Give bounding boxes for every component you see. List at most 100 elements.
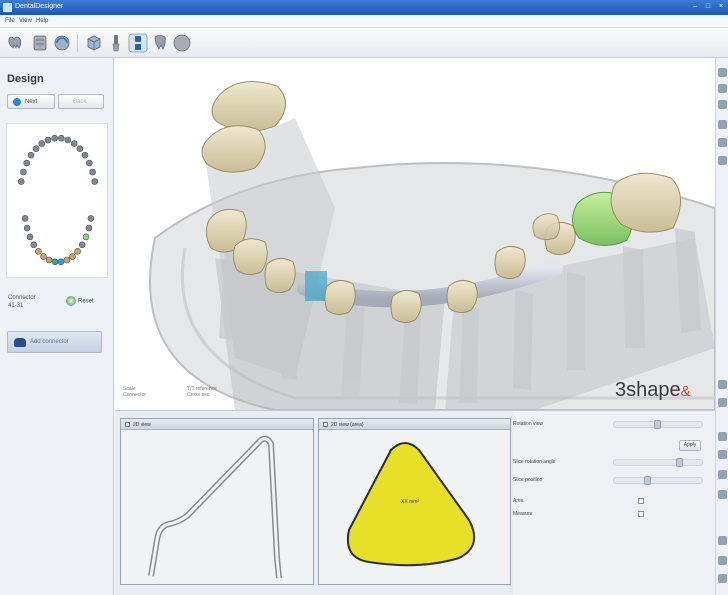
tooth-marker[interactable] <box>91 178 99 185</box>
model-icon[interactable] <box>30 33 50 53</box>
toolbar <box>0 28 728 58</box>
tooth-marker[interactable] <box>44 136 52 144</box>
tooth-marker[interactable] <box>40 253 47 260</box>
tooth-marker[interactable] <box>85 224 93 232</box>
dental-model <box>149 81 715 410</box>
teeth-icon[interactable] <box>6 33 26 53</box>
tooth-marker[interactable] <box>78 241 86 249</box>
connector-info: Connector 41-31 <box>8 294 36 310</box>
sphere-icon[interactable] <box>172 33 192 53</box>
tooth-marker[interactable] <box>57 134 65 142</box>
menu-help[interactable]: Help <box>36 18 48 24</box>
scan-icon[interactable] <box>52 33 72 53</box>
rotation-view-slider[interactable] <box>613 420 703 429</box>
2d-area-title: 2D view (area) <box>331 422 364 428</box>
panel-title: Design <box>7 73 44 85</box>
area-checkbox[interactable] <box>638 498 644 504</box>
slice-position-slider[interactable] <box>613 476 703 485</box>
tooth-marker[interactable] <box>57 258 65 266</box>
properties-panel: Rotation view Apply Slice rotation angle… <box>513 411 715 595</box>
tooth-marker[interactable] <box>21 215 29 222</box>
tooth-marker[interactable] <box>27 151 35 159</box>
dental-chart[interactable] <box>6 123 108 278</box>
tooth-marker[interactable] <box>45 256 53 264</box>
pane-checkbox[interactable] <box>125 422 130 427</box>
tooth-marker[interactable] <box>69 253 76 260</box>
close-button[interactable]: × <box>716 2 726 12</box>
apply-button[interactable]: Apply <box>679 440 701 451</box>
3d-viewport[interactable]: Scale Connector T/T reference Cross sec … <box>115 58 715 410</box>
settings-icon[interactable] <box>718 432 727 441</box>
slider-knob[interactable] <box>654 420 661 429</box>
tooth-marker[interactable] <box>89 168 96 176</box>
tooth-marker[interactable] <box>23 159 31 167</box>
tooth-marker[interactable] <box>76 145 84 153</box>
tooth-marker[interactable] <box>82 233 90 241</box>
tooth-icon[interactable] <box>150 33 170 53</box>
tooth-marker[interactable] <box>26 233 34 241</box>
reset-icon <box>66 296 76 306</box>
maximize-button[interactable]: □ <box>703 2 713 12</box>
tooth-marker[interactable] <box>64 136 72 144</box>
expand-icon[interactable] <box>718 574 727 583</box>
measure-checkbox[interactable] <box>638 511 644 517</box>
next-button[interactable]: Next <box>7 94 55 109</box>
tool-icon[interactable] <box>106 33 126 53</box>
pan-icon[interactable] <box>718 84 727 93</box>
tooth-marker[interactable] <box>74 248 81 255</box>
zoom-icon[interactable] <box>718 68 727 77</box>
layer-icon[interactable] <box>718 450 727 459</box>
slice-rotation-slider[interactable] <box>613 458 703 467</box>
connector-label: Connector <box>8 295 36 301</box>
cross-section-area <box>347 442 476 567</box>
move-icon[interactable] <box>718 490 727 499</box>
slider-knob[interactable] <box>676 458 683 467</box>
slider-knob[interactable] <box>644 476 651 485</box>
menu-view[interactable]: View <box>19 18 32 24</box>
fit-icon[interactable] <box>718 556 727 565</box>
box-icon[interactable] <box>84 33 104 53</box>
rotate-icon[interactable] <box>718 100 727 109</box>
tooth-marker[interactable] <box>81 151 89 159</box>
rotation-view-label: Rotation view <box>513 421 544 427</box>
measure-label: Measure <box>513 511 533 517</box>
add-connector-button[interactable]: Add connector <box>7 331 102 353</box>
area-label: Area <box>513 498 524 504</box>
tooth-marker[interactable] <box>63 256 71 264</box>
tooth-marker[interactable] <box>51 258 59 266</box>
tooth-marker[interactable] <box>38 140 46 147</box>
2d-view-pane[interactable]: 2D view <box>120 418 314 585</box>
toolbar-separator <box>77 34 78 52</box>
2d-area-pane[interactable]: 2D view (area) XX mm² <box>318 418 511 585</box>
menu-file[interactable]: File <box>5 18 15 24</box>
arrow-right-icon <box>13 98 21 106</box>
view-top-icon[interactable] <box>718 156 727 165</box>
add-connector-label: Add connector <box>30 339 69 345</box>
measure-icon[interactable] <box>718 380 727 389</box>
tooth-marker[interactable] <box>70 140 78 147</box>
tooth-marker[interactable] <box>35 248 42 255</box>
tooth-marker[interactable] <box>86 159 93 167</box>
slice-rotation-label: Slice rotation angle <box>513 459 556 465</box>
right-toolbar <box>715 58 728 595</box>
camera-icon[interactable] <box>718 470 727 479</box>
pane-checkbox[interactable] <box>323 422 328 427</box>
tooth-marker[interactable] <box>51 134 59 142</box>
tooth-marker[interactable] <box>17 178 25 185</box>
reset-button[interactable]: Reset <box>66 296 94 306</box>
tooth-marker[interactable] <box>87 215 95 222</box>
tooth-marker[interactable] <box>23 224 31 232</box>
tooth-marker[interactable] <box>20 168 27 176</box>
tooth-marker[interactable] <box>30 241 38 249</box>
view-front-icon[interactable] <box>718 120 727 129</box>
area-value: XX mm² <box>401 499 420 505</box>
tooth-marker[interactable] <box>32 145 40 153</box>
window-title: DentalDesigner <box>15 3 64 10</box>
center-icon[interactable] <box>718 536 727 545</box>
back-button[interactable]: Back <box>58 94 104 109</box>
minimize-button[interactable]: – <box>690 2 700 12</box>
connector-icon[interactable] <box>128 33 148 53</box>
brand-logo: 3shape& <box>615 379 691 402</box>
section-icon[interactable] <box>718 398 727 407</box>
view-side-icon[interactable] <box>718 138 727 147</box>
